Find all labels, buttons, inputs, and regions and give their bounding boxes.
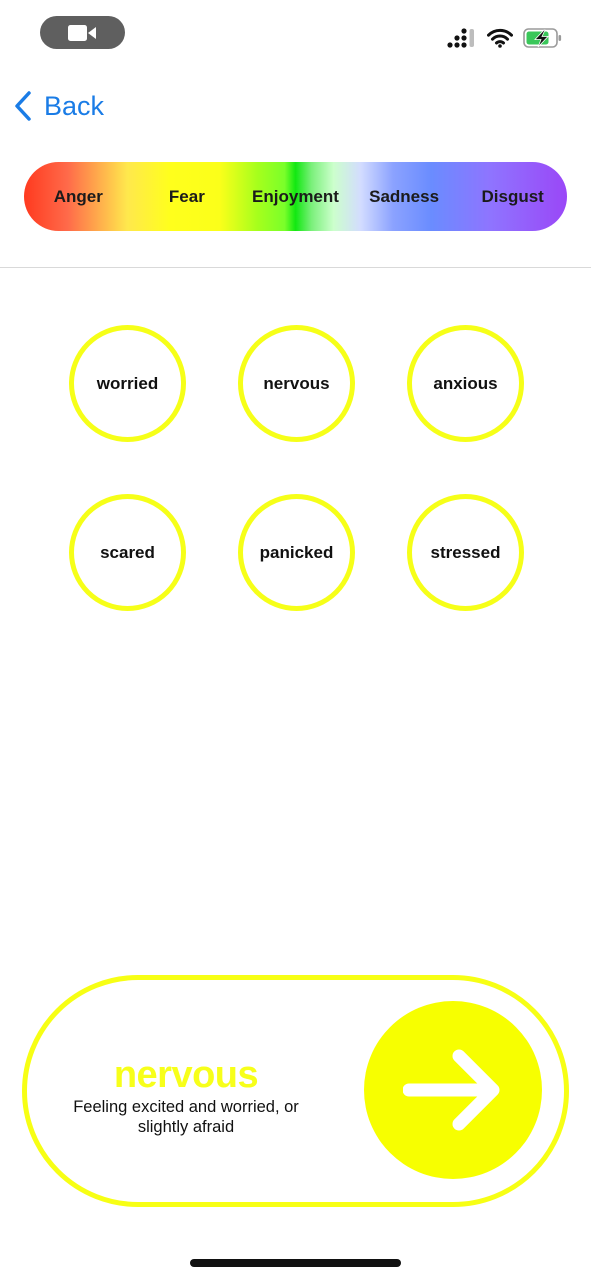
back-button[interactable]: Back — [12, 86, 104, 126]
home-indicator[interactable] — [190, 1259, 401, 1267]
section-divider — [0, 267, 591, 268]
spectrum-item-enjoyment[interactable]: Enjoyment — [241, 187, 350, 207]
selected-emotion-title: nervous — [113, 1054, 259, 1096]
continue-button[interactable] — [364, 1001, 542, 1179]
selected-emotion-card: nervous Feeling excited and worried, or … — [22, 975, 569, 1207]
screen-recording-indicator — [40, 16, 125, 49]
spectrum-item-disgust[interactable]: Disgust — [458, 187, 567, 207]
emotion-option-anxious[interactable]: anxious — [407, 325, 524, 442]
emotion-option-panicked[interactable]: panicked — [238, 494, 355, 611]
spectrum-item-sadness[interactable]: Sadness — [350, 187, 459, 207]
emotion-option-stressed[interactable]: stressed — [407, 494, 524, 611]
wifi-icon — [487, 28, 513, 48]
emotion-option-scared[interactable]: scared — [69, 494, 186, 611]
battery-charging-icon — [523, 28, 562, 48]
spectrum-item-anger[interactable]: Anger — [24, 187, 133, 207]
chevron-left-icon — [15, 91, 31, 121]
cellular-signal-icon — [447, 28, 474, 48]
video-camera-icon — [67, 24, 96, 41]
arrow-right-icon — [403, 1049, 500, 1131]
back-label: Back — [44, 90, 105, 121]
emotion-option-worried[interactable]: worried — [69, 325, 186, 442]
emotion-option-nervous[interactable]: nervous — [238, 325, 355, 442]
status-indicators — [447, 26, 563, 50]
selected-emotion-description: Feeling excited and worried, or slightly… — [73, 1098, 299, 1136]
spectrum-item-fear[interactable]: Fear — [133, 187, 242, 207]
emotion-spectrum-bar: Anger Fear Enjoyment Sadness Disgust — [24, 162, 567, 231]
